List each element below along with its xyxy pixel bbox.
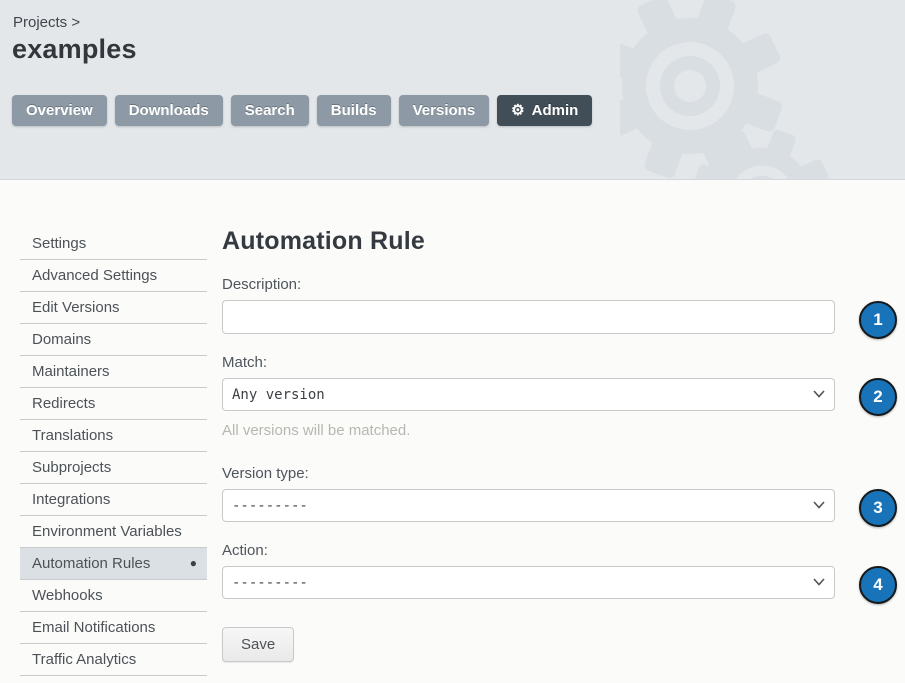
sidebar-item-edit-versions[interactable]: Edit Versions xyxy=(20,292,207,324)
admin-sidebar: Settings Advanced Settings Edit Versions… xyxy=(20,228,207,676)
gear-icon: ⚙ xyxy=(511,103,524,118)
annotation-badge-4: 4 xyxy=(859,566,897,604)
annotation-badge-3: 3 xyxy=(859,489,897,527)
sidebar-item-settings[interactable]: Settings xyxy=(20,228,207,260)
sidebar-item-environment-variables[interactable]: Environment Variables xyxy=(20,516,207,548)
sidebar-item-automation-rules[interactable]: Automation Rules ● xyxy=(20,548,207,580)
sidebar-item-email-notifications[interactable]: Email Notifications xyxy=(20,612,207,644)
sidebar-item-maintainers[interactable]: Maintainers xyxy=(20,356,207,388)
automation-rule-form: Automation Rule Description: 1 Match: An… xyxy=(222,227,835,662)
project-header: Projects > examples Overview Downloads S… xyxy=(0,0,905,180)
match-select[interactable]: Any version xyxy=(222,378,835,411)
save-button[interactable]: Save xyxy=(222,627,294,662)
tab-versions[interactable]: Versions xyxy=(399,95,490,126)
version-type-field-group: Version type: --------- 3 xyxy=(222,465,835,522)
breadcrumb: Projects > xyxy=(13,14,80,31)
tab-builds[interactable]: Builds xyxy=(317,95,391,126)
tab-overview[interactable]: Overview xyxy=(12,95,107,126)
active-dot-icon: ● xyxy=(190,556,197,570)
version-type-select[interactable]: --------- xyxy=(222,489,835,522)
tab-search[interactable]: Search xyxy=(231,95,309,126)
annotation-badge-1: 1 xyxy=(859,301,897,339)
sidebar-item-domains[interactable]: Domains xyxy=(20,324,207,356)
version-type-label: Version type: xyxy=(222,465,835,482)
project-tabs: Overview Downloads Search Builds Version… xyxy=(12,95,592,126)
sidebar-item-traffic-analytics[interactable]: Traffic Analytics xyxy=(20,644,207,676)
annotation-badge-2: 2 xyxy=(859,378,897,416)
sidebar-item-integrations[interactable]: Integrations xyxy=(20,484,207,516)
sidebar-item-subprojects[interactable]: Subprojects xyxy=(20,452,207,484)
tab-downloads[interactable]: Downloads xyxy=(115,95,223,126)
breadcrumb-projects-link[interactable]: Projects xyxy=(13,14,67,31)
page-title: examples xyxy=(12,34,137,65)
match-help-text: All versions will be matched. xyxy=(222,422,835,439)
breadcrumb-separator: > xyxy=(71,14,80,31)
match-field-group: Match: Any version All versions will be … xyxy=(222,354,835,439)
sidebar-item-redirects[interactable]: Redirects xyxy=(20,388,207,420)
gears-decoration-icon xyxy=(620,0,905,180)
sidebar-item-webhooks[interactable]: Webhooks xyxy=(20,580,207,612)
action-select[interactable]: --------- xyxy=(222,566,835,599)
action-field-group: Action: --------- 4 xyxy=(222,542,835,599)
description-input[interactable] xyxy=(222,300,835,334)
description-field-group: Description: 1 xyxy=(222,276,835,334)
action-label: Action: xyxy=(222,542,835,559)
sidebar-item-advanced-settings[interactable]: Advanced Settings xyxy=(20,260,207,292)
tab-admin[interactable]: ⚙ Admin xyxy=(497,95,592,126)
match-label: Match: xyxy=(222,354,835,371)
form-title: Automation Rule xyxy=(222,227,835,256)
tab-admin-label: Admin xyxy=(532,102,579,119)
description-label: Description: xyxy=(222,276,835,293)
sidebar-item-label: Automation Rules xyxy=(32,555,150,572)
sidebar-item-translations[interactable]: Translations xyxy=(20,420,207,452)
